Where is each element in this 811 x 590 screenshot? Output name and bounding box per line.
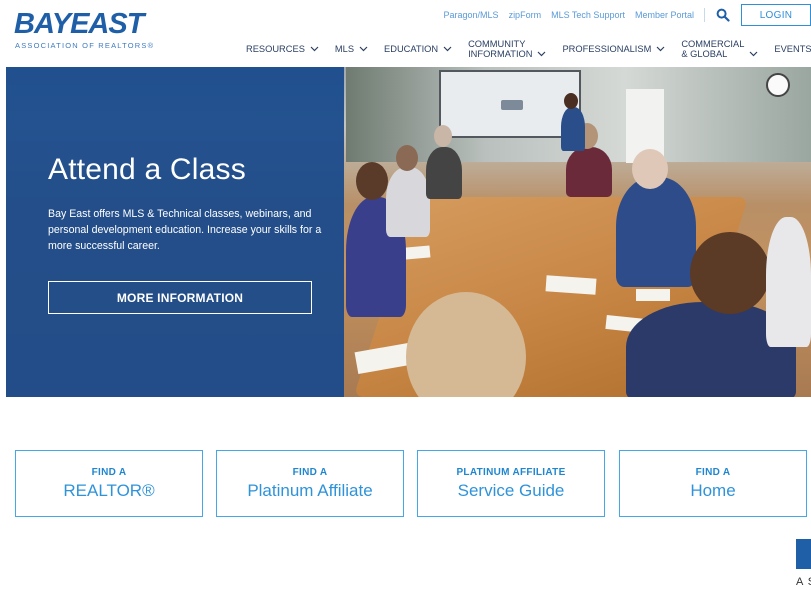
login-button[interactable]: LOGIN <box>741 4 811 26</box>
find-box-kicker: FIND A <box>91 466 127 478</box>
logo-subtitle: ASSOCIATION OF REALTORS® <box>15 41 155 50</box>
nav-item-events[interactable]: EVENTS <box>774 44 811 54</box>
chevron-down-icon <box>749 51 758 57</box>
platinum-affiliate-service-guide-button[interactable]: PLATINUM AFFILIATE Service Guide <box>417 450 605 517</box>
partial-section-text: A S <box>796 576 811 588</box>
photo-person <box>426 147 462 199</box>
nav-item-label-group: COMMERCIAL & GLOBAL <box>681 39 744 59</box>
photo-screen-content <box>501 100 523 110</box>
photo-person-head <box>632 149 668 189</box>
main-nav: RESOURCES MLS EDUCATION COMMUNITY INFORM… <box>246 34 811 64</box>
search-icon <box>716 8 730 22</box>
logo-wordmark: BAYEAST <box>14 8 144 40</box>
chevron-down-icon <box>310 46 319 52</box>
photo-person <box>566 147 612 197</box>
chevron-down-icon <box>538 51 546 57</box>
nav-item-label: PROFESSIONALISM <box>562 44 652 54</box>
photo-person <box>766 217 811 347</box>
search-button[interactable] <box>713 5 733 25</box>
find-box-title: REALTOR® <box>63 480 155 500</box>
utility-divider <box>704 8 705 22</box>
find-box-title: Home <box>690 480 736 500</box>
hero-overlay-panel: Attend a Class Bay East offers MLS & Tec… <box>6 67 344 397</box>
nav-item-label-group: COMMUNITY INFORMATION <box>468 39 532 59</box>
more-information-button[interactable]: MORE INFORMATION <box>48 281 312 314</box>
utility-link-mls-tech-support[interactable]: MLS Tech Support <box>551 10 625 20</box>
photo-person <box>616 177 696 287</box>
photo-person-head <box>356 162 388 200</box>
nav-item-label: EDUCATION <box>384 44 439 54</box>
nav-item-label: COMMERCIAL <box>681 39 745 49</box>
find-box-title: Service Guide <box>457 480 565 500</box>
chevron-down-icon <box>359 46 368 52</box>
nav-item-commercial-global[interactable]: COMMERCIAL & GLOBAL <box>681 39 758 59</box>
find-box-kicker: FIND A <box>292 466 328 478</box>
nav-item-label: MLS <box>334 44 355 54</box>
photo-wall-clock <box>766 73 790 97</box>
nav-item-label-line2: INFORMATION <box>468 49 533 59</box>
photo-person-head <box>434 125 452 147</box>
nav-item-professionalism[interactable]: PROFESSIONALISM <box>562 44 665 54</box>
nav-item-community-information[interactable]: COMMUNITY INFORMATION <box>468 39 546 59</box>
find-links-row: FIND A REALTOR® FIND A Platinum Affiliat… <box>15 450 811 517</box>
site-header: BAYEAST ASSOCIATION OF REALTORS® Paragon… <box>0 0 811 67</box>
chevron-down-icon <box>443 46 452 52</box>
find-box-kicker: FIND A <box>695 466 731 478</box>
utility-link-zipform[interactable]: zipForm <box>509 10 542 20</box>
utility-link-paragon-mls[interactable]: Paragon/MLS <box>444 10 499 20</box>
find-box-title: Platinum Affiliate <box>247 480 373 500</box>
find-box-kicker: PLATINUM AFFILIATE <box>456 466 566 478</box>
hero-banner: Attend a Class Bay East offers MLS & Tec… <box>6 67 811 397</box>
photo-projection-screen <box>439 70 581 138</box>
partial-logo-block <box>796 539 811 569</box>
find-platinum-affiliate-button[interactable]: FIND A Platinum Affiliate <box>216 450 404 517</box>
utility-nav: Paragon/MLS zipForm MLS Tech Support Mem… <box>434 4 811 26</box>
nav-item-label: COMMUNITY <box>468 39 526 49</box>
hero-title: Attend a Class <box>48 153 246 186</box>
nav-item-education[interactable]: EDUCATION <box>384 44 452 54</box>
photo-paper <box>545 275 597 295</box>
hero-description: Bay East offers MLS & Technical classes,… <box>48 208 322 252</box>
utility-link-member-portal[interactable]: Member Portal <box>635 10 694 20</box>
nav-item-label: EVENTS <box>774 44 811 54</box>
bay-east-logo[interactable]: BAYEAST ASSOCIATION OF REALTORS® <box>14 8 155 50</box>
photo-paper <box>636 289 670 301</box>
photo-person-head <box>396 145 418 171</box>
nav-item-resources[interactable]: RESOURCES <box>246 44 319 54</box>
photo-person-head <box>690 232 770 314</box>
nav-item-label: RESOURCES <box>246 44 305 54</box>
nav-item-label-line2: & GLOBAL <box>681 49 728 59</box>
chevron-down-icon <box>656 46 665 52</box>
nav-item-mls[interactable]: MLS <box>335 44 368 54</box>
photo-person <box>561 107 585 151</box>
photo-person <box>386 167 430 237</box>
photo-person-head <box>564 93 578 109</box>
find-realtor-button[interactable]: FIND A REALTOR® <box>15 450 203 517</box>
find-home-button[interactable]: FIND A Home <box>619 450 807 517</box>
